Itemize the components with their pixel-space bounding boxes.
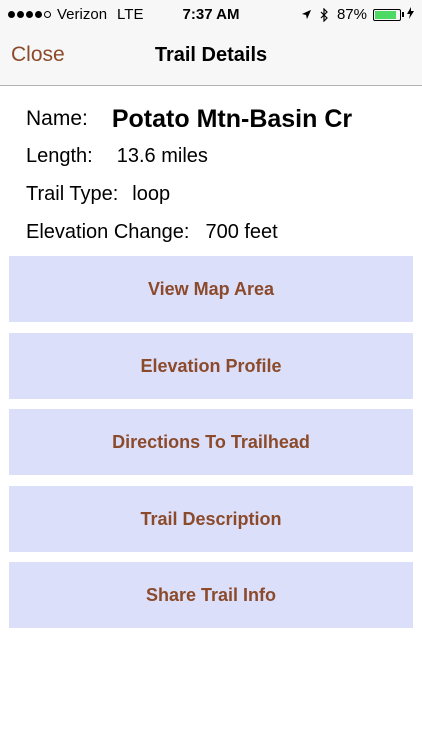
trail-length-row: Length: 13.6 miles	[26, 145, 208, 168]
battery-percent: 87%	[336, 6, 367, 23]
location-arrow-icon	[301, 9, 312, 20]
trail-type-value: loop	[132, 183, 171, 205]
bluetooth-icon	[320, 7, 329, 22]
trail-type-label: Trail Type:	[26, 183, 119, 205]
trail-length-label: Length:	[26, 145, 93, 167]
status-right: 87%	[301, 6, 414, 23]
elevation-profile-button[interactable]: Elevation Profile	[9, 333, 413, 399]
trail-name-value: Potato Mtn-Basin Cr	[111, 105, 353, 133]
elevation-change-row: Elevation Change: 700 feet	[26, 221, 278, 244]
battery-icon	[373, 8, 401, 21]
directions-to-trailhead-button[interactable]: Directions To Trailhead	[9, 409, 413, 475]
charging-bolt-icon	[407, 7, 414, 22]
page-title: Trail Details	[154, 44, 268, 66]
trail-name-row: Name: Potato Mtn-Basin Cr	[26, 103, 353, 133]
view-map-area-button[interactable]: View Map Area	[9, 256, 413, 322]
trail-type-row: Trail Type: loop	[26, 183, 170, 206]
elevation-change-value: 700 feet	[205, 221, 278, 243]
trail-description-button[interactable]: Trail Description	[9, 486, 413, 552]
trail-name-label: Name:	[26, 107, 88, 130]
battery-fill	[375, 10, 396, 19]
share-trail-info-button[interactable]: Share Trail Info	[9, 562, 413, 628]
battery-nub	[402, 12, 404, 17]
nav-bar: Close Trail Details	[0, 30, 422, 86]
elevation-change-label: Elevation Change:	[26, 221, 190, 243]
status-bar: Verizon LTE 7:37 AM 87%	[0, 0, 422, 30]
trail-length-value: 13.6 miles	[116, 145, 208, 167]
